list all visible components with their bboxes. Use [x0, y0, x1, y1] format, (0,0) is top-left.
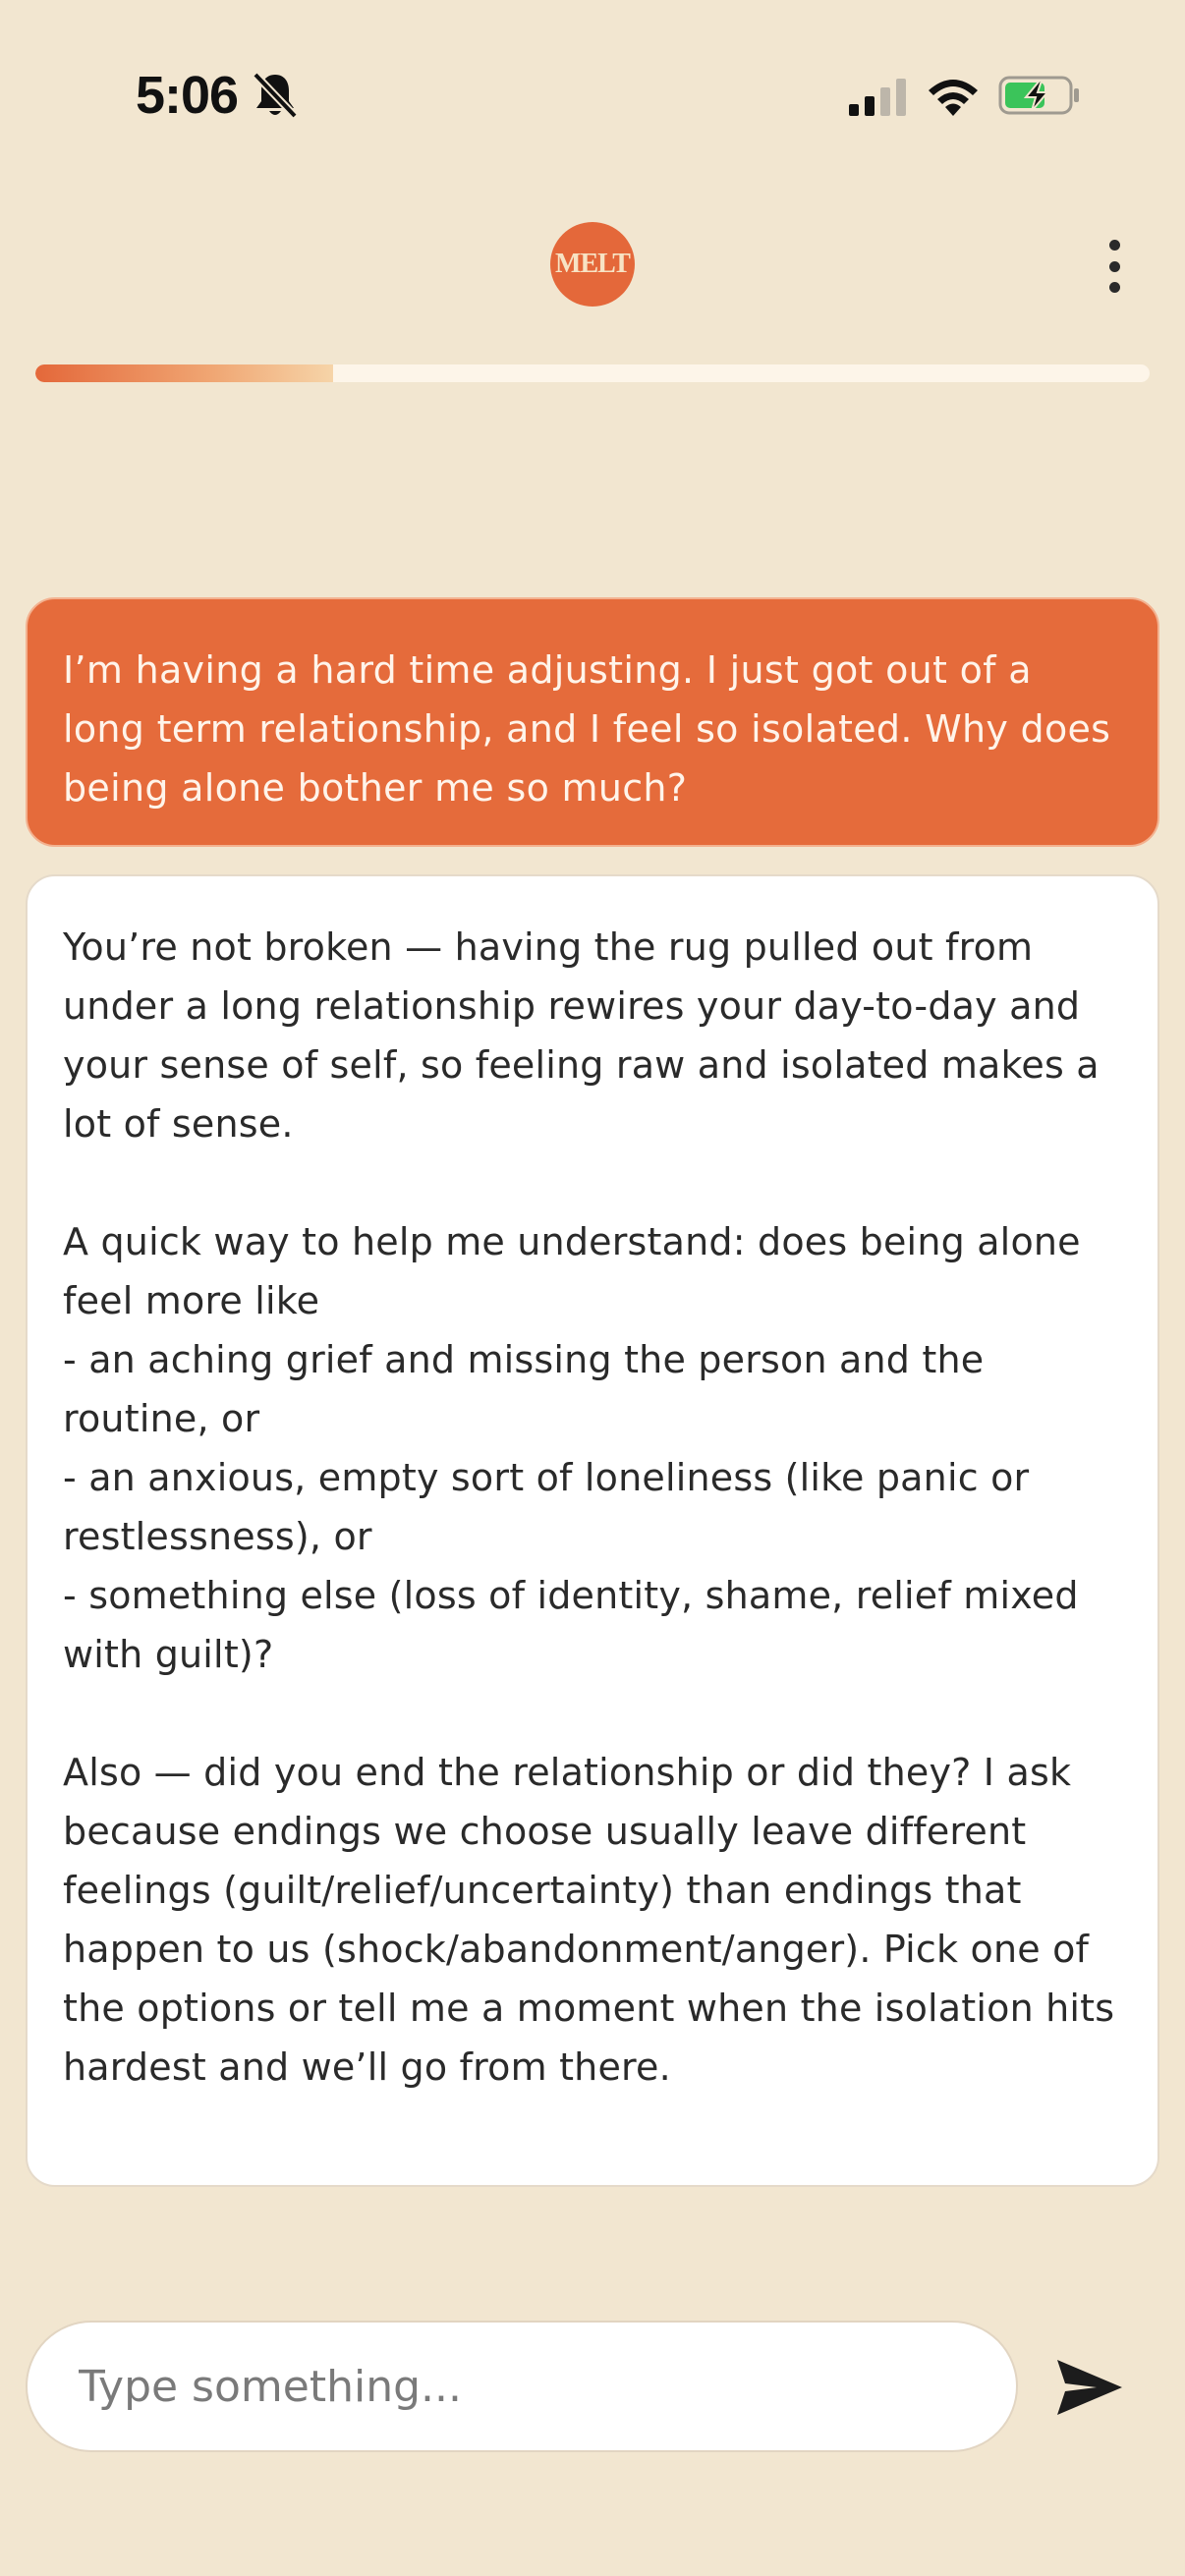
app-logo: MELT — [550, 222, 635, 307]
menu-dot — [1108, 260, 1120, 272]
status-time: 5:06 — [136, 66, 239, 125]
progress-fill — [35, 364, 333, 382]
assistant-message-text: You’re not broken — having the rug pulle… — [63, 925, 1115, 2089]
logo-text: MELT — [555, 249, 631, 279]
message-composer[interactable] — [26, 2321, 1018, 2452]
user-message-text: I’m having a hard time adjusting. I just… — [63, 648, 1111, 810]
assistant-message-bubble: You’re not broken — having the rug pulle… — [26, 874, 1159, 2187]
chat-screen: 5:06 MELT I’m having a hard time adjusti… — [0, 0, 1185, 2576]
bell-slash-icon — [253, 72, 298, 119]
user-message-bubble: I’m having a hard time adjusting. I just… — [26, 597, 1159, 847]
conversation-progress-bar — [35, 364, 1150, 382]
message-input[interactable] — [79, 2361, 1016, 2412]
battery-charging-icon — [998, 76, 1079, 115]
menu-dot — [1108, 282, 1120, 293]
send-icon[interactable] — [1055, 2358, 1124, 2417]
wifi-icon — [929, 80, 978, 116]
more-vertical-icon[interactable] — [1099, 236, 1130, 297]
cellular-signal-icon — [849, 79, 906, 116]
menu-dot — [1108, 240, 1120, 251]
